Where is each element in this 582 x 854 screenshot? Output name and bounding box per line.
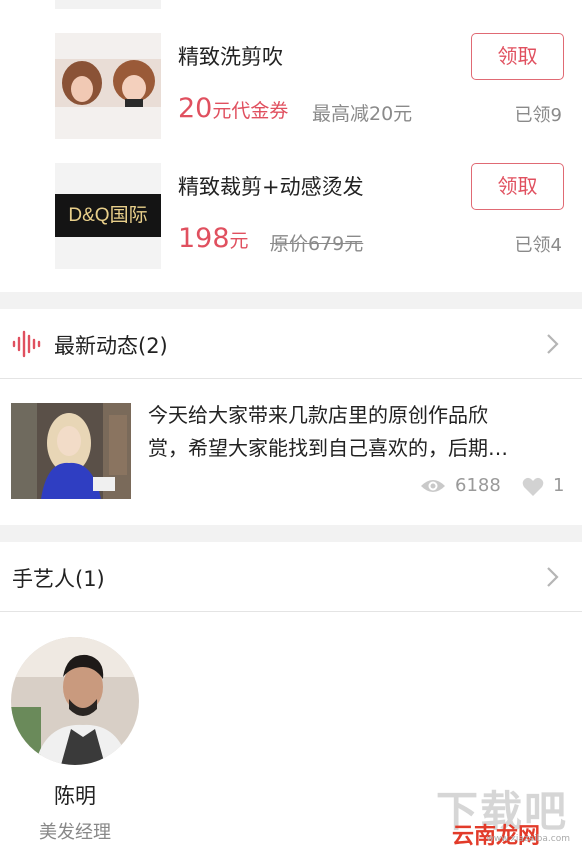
eye-icon [421,480,445,492]
coupon-list: 精致洗剪吹 20元代金券 最高减20元 领取 已领9 D&Q国际 精致裁剪+动感… [0,0,582,292]
price-number: 20 [178,93,213,124]
artisan-photo [11,637,139,765]
claim-button[interactable]: 领取 [471,33,564,80]
price-number: 198 [178,223,230,254]
section-divider [0,292,582,309]
price-unit: 元代金券 [212,100,289,122]
view-count: 6188 [455,475,501,496]
coupon-thumbnail: D&Q国际 [55,163,161,269]
previous-item-thumbnail-edge [55,0,161,9]
coupon-item[interactable]: 精致洗剪吹 20元代金券 最高减20元 领取 已领9 [0,33,582,139]
claimed-count: 已领9 [514,105,562,126]
news-excerpt-line: 今天给大家带来几款店里的原创作品欣 [148,403,488,427]
coupon-name: 精致裁剪+动感烫发 [178,175,364,199]
watermark: 下载吧 云南龙网 www.xiazaiba.com [434,776,574,850]
watermark-url: www.xiazaiba.com [486,834,570,844]
heart-icon[interactable] [522,477,544,497]
claimed-count: 已领4 [514,235,562,256]
coupon-item[interactable]: D&Q国际 精致裁剪+动感烫发 198元 原价679元 领取 已领4 [0,163,582,269]
news-section-header[interactable]: 最新动态(2) [0,309,582,379]
coupon-max-discount: 最高减20元 [312,103,413,125]
chevron-right-icon [547,334,559,354]
news-photo [11,403,131,499]
coupon-thumbnail [55,33,161,139]
news-excerpt: 今天给大家带来几款店里的原创作品欣 赏，希望大家能找到自己喜欢的，后期… [148,399,568,465]
artisan-section-title: 手艺人(1) [12,567,105,591]
news-excerpt-line: 赏，希望大家能找到自己喜欢的，后期… [148,436,508,460]
hairstyle-photo [55,33,161,139]
like-count: 1 [553,475,565,496]
news-section-title: 最新动态(2) [54,334,168,358]
artisan-section-header[interactable]: 手艺人(1) [0,542,582,612]
coupon-original-price: 原价679元 [270,233,364,255]
coupon-price: 198元 [178,223,249,254]
news-item[interactable]: 今天给大家带来几款店里的原创作品欣 赏，希望大家能找到自己喜欢的，后期… 618… [0,379,582,525]
coupon-name: 精致洗剪吹 [178,45,283,69]
chevron-right-icon [547,567,559,587]
avatar[interactable] [11,637,139,765]
news-thumbnail [11,403,131,499]
claim-button[interactable]: 领取 [471,163,564,210]
coupon-price: 20元代金券 [178,93,288,124]
artisan-name: 陈明 [54,784,96,808]
section-divider [0,525,582,542]
dq-logo: D&Q国际 [55,194,161,237]
audio-wave-icon [12,330,41,358]
price-unit: 元 [229,230,249,252]
artisan-role: 美发经理 [39,822,111,843]
